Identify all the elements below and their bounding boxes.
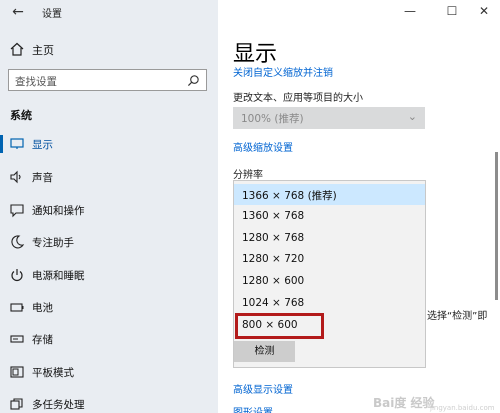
resolution-option[interactable]: 1360 × 768 — [234, 206, 425, 227]
sidebar: ← 设置 主页 查找设置 系统 显示 声音 通知和操作 专注助手 电源和睡眠 电… — [0, 0, 218, 413]
sidebar-item-sound[interactable]: 声音 — [0, 164, 218, 190]
option-label: 1024 × 768 — [242, 297, 305, 309]
section-label: 系统 — [10, 109, 32, 122]
sidebar-item-storage[interactable]: 存储 — [0, 326, 218, 352]
scale-value: 100% (推荐) — [241, 113, 304, 125]
resolution-option[interactable]: 1024 × 768 — [234, 293, 425, 314]
resolution-option[interactable]: 1280 × 600 — [234, 271, 425, 292]
title-bar: ← 设置 — [0, 0, 218, 24]
sidebar-item-tablet-mode[interactable]: 平板模式 — [0, 359, 218, 385]
sidebar-item-label: 专注助手 — [32, 237, 74, 249]
advanced-display-link[interactable]: 高级显示设置 — [233, 381, 293, 396]
close-custom-scaling-link[interactable]: 关闭自定义缩放并注销 — [233, 64, 333, 79]
sidebar-item-focus-assist[interactable]: 专注助手 — [0, 229, 218, 255]
option-label: 1280 × 720 — [242, 253, 305, 265]
app-title: 设置 — [42, 9, 62, 20]
sidebar-item-multitasking[interactable]: 多任务处理 — [0, 391, 218, 413]
sidebar-item-notifications[interactable]: 通知和操作 — [0, 197, 218, 223]
battery-icon — [10, 303, 24, 312]
sidebar-item-label: 电池 — [32, 302, 53, 314]
minimize-button[interactable]: — — [398, 2, 422, 20]
sidebar-item-label: 主页 — [32, 44, 54, 57]
sidebar-item-power[interactable]: 电源和睡眠 — [0, 262, 218, 288]
scrollbar[interactable] — [495, 152, 498, 300]
sidebar-item-label: 电源和睡眠 — [32, 270, 85, 282]
detect-button[interactable]: 检测 — [234, 341, 295, 362]
sidebar-item-label: 通知和操作 — [32, 205, 85, 217]
power-icon — [11, 269, 23, 282]
multitask-icon — [10, 398, 23, 410]
maximize-icon: ☐ — [446, 4, 458, 18]
search-placeholder: 查找设置 — [15, 76, 57, 88]
graphics-settings-link[interactable]: 图形设置 — [233, 404, 273, 413]
close-button[interactable]: ✕ — [472, 2, 496, 20]
resolution-option[interactable]: 1366 × 768 (推荐) — [234, 184, 425, 205]
sidebar-item-label: 平板模式 — [32, 367, 74, 379]
sidebar-item-home[interactable]: 主页 — [0, 38, 218, 60]
storage-icon — [10, 335, 24, 343]
tablet-icon — [10, 366, 24, 378]
option-label: 1280 × 600 — [242, 275, 305, 287]
moon-icon — [11, 235, 25, 249]
resolution-option[interactable]: 1280 × 768 — [234, 228, 425, 249]
option-label: 1280 × 768 — [242, 232, 305, 244]
sidebar-item-display[interactable]: 显示 — [0, 131, 218, 157]
minimize-icon: — — [404, 4, 416, 18]
monitor-icon — [10, 138, 24, 149]
chevron-down-icon: ⌄ — [407, 110, 417, 123]
advanced-scaling-link[interactable]: 高级缩放设置 — [233, 139, 293, 154]
watermark-url: jingyan.baidu.com — [430, 404, 495, 412]
sidebar-item-label: 多任务处理 — [32, 399, 85, 411]
active-indicator — [0, 135, 3, 153]
option-label: 1360 × 768 — [242, 210, 305, 222]
scale-dropdown: 100% (推荐) ⌄ — [233, 107, 425, 129]
notification-icon — [10, 204, 24, 218]
scale-section-label: 更改文本、应用等项目的大小 — [233, 93, 363, 104]
home-icon — [10, 42, 24, 56]
resolution-label: 分辨率 — [233, 170, 263, 181]
resolution-dropdown-list: 1366 × 768 (推荐) 1360 × 768 1280 × 768 12… — [233, 180, 426, 368]
watermark-logo: Bai度 经验 — [373, 396, 435, 410]
search-input[interactable]: 查找设置 — [8, 69, 207, 91]
close-icon: ✕ — [478, 4, 490, 18]
back-button[interactable]: ← — [8, 3, 28, 21]
back-arrow-icon: ← — [12, 4, 24, 20]
resolution-option[interactable]: 1280 × 720 — [234, 249, 425, 270]
option-label: 1366 × 768 (推荐) — [242, 190, 337, 202]
highlight-annotation — [235, 313, 324, 339]
sidebar-item-label: 存储 — [32, 334, 53, 346]
sidebar-item-battery[interactable]: 电池 — [0, 294, 218, 320]
sidebar-item-label: 声音 — [32, 172, 53, 184]
detect-description: 选择“检测”即 — [427, 311, 488, 322]
sidebar-item-label: 显示 — [32, 139, 53, 151]
search-icon — [187, 75, 199, 87]
speaker-icon — [10, 170, 21, 184]
maximize-button[interactable]: ☐ — [440, 2, 464, 20]
